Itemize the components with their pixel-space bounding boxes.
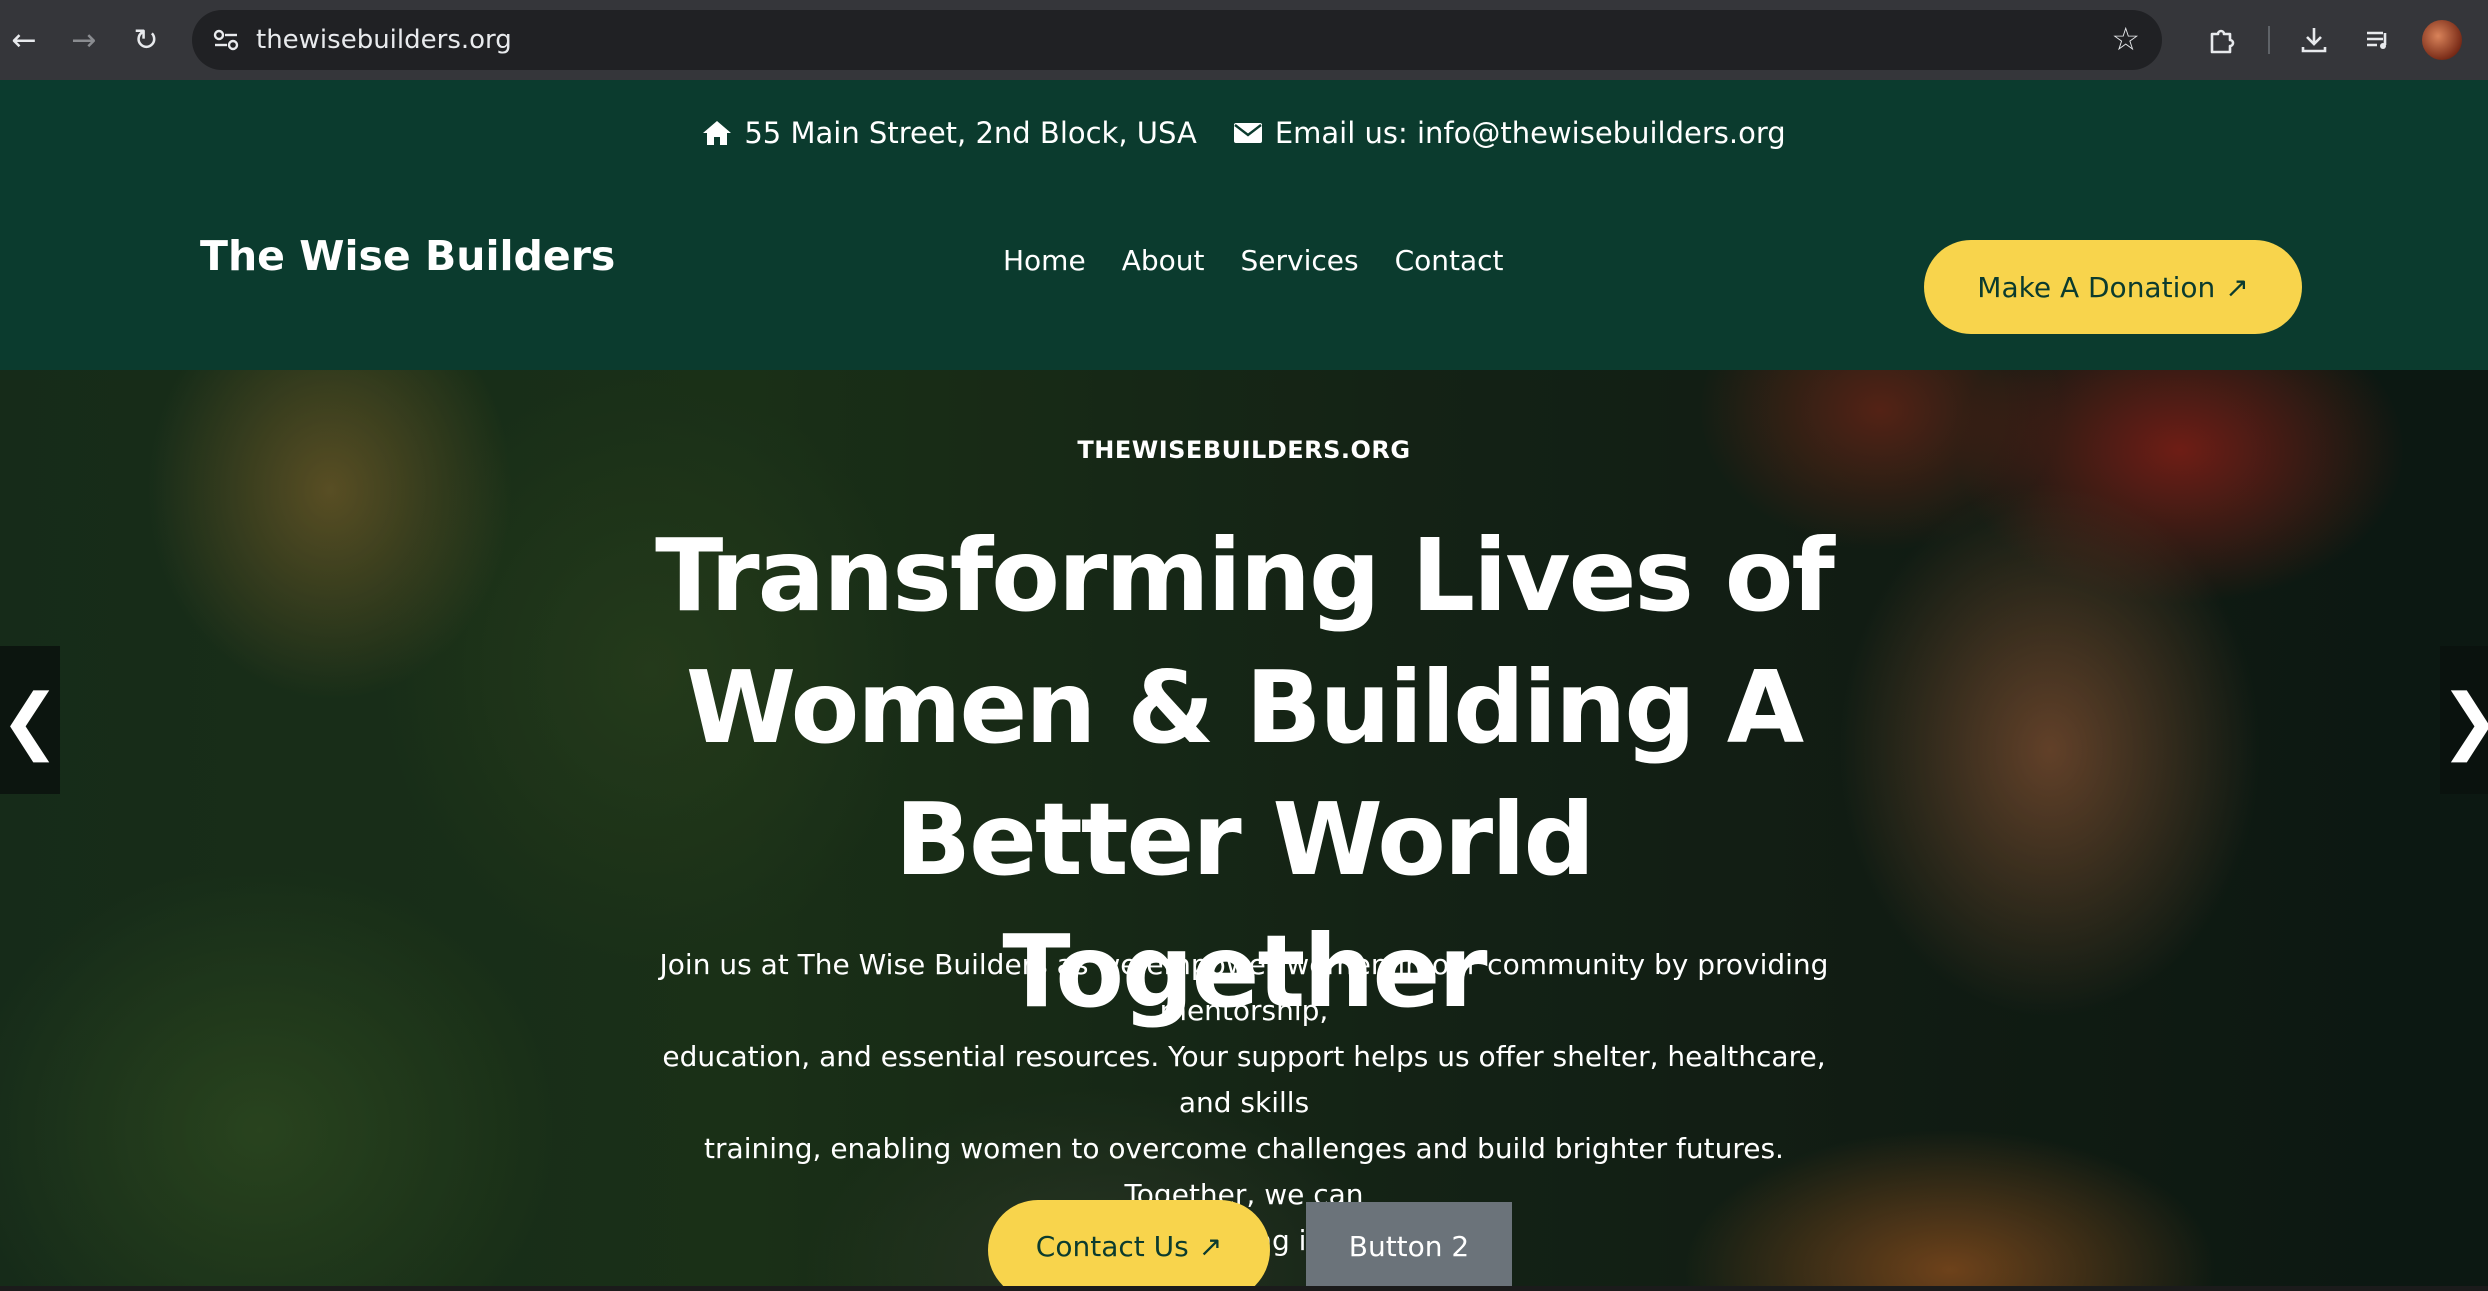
headline-line: Transforming Lives of [655,517,1835,634]
headline-line: Women & Building A [685,649,1804,766]
home-icon [703,121,732,145]
bookmark-star-icon[interactable]: ☆ [2111,20,2140,58]
address-info: 55 Main Street, 2nd Block, USA [702,116,1197,150]
donate-label: Make A Donation [1977,270,2216,304]
button-2[interactable]: Button 2 [1306,1202,1512,1286]
description-line: training, enabling women to overcome cha… [704,1132,1784,1211]
carousel-next-arrow-icon[interactable]: ❯ [2440,646,2488,794]
contact-us-button[interactable]: Contact Us ↗ [988,1200,1270,1286]
media-queue-icon[interactable] [2354,16,2402,64]
email-info[interactable]: Email us: info@thewisebuilders.org [1233,116,1786,150]
back-arrow-icon[interactable]: ← [0,16,48,64]
arrow-up-right-icon: ↗ [1198,1230,1223,1263]
email-text[interactable]: Email us: info@thewisebuilders.org [1275,116,1786,150]
carousel-prev-arrow-icon[interactable]: ❮ [0,646,60,794]
nav-home[interactable]: Home [1003,244,1086,277]
toolbar-divider [2268,26,2270,54]
contact-us-label: Contact Us [1035,1230,1189,1263]
contact-topbar: 55 Main Street, 2nd Block, USA Email us:… [0,116,2488,150]
main-navigation: Home About Services Contact [1003,244,1504,277]
address-text: 55 Main Street, 2nd Block, USA [744,116,1197,150]
site-header: 55 Main Street, 2nd Block, USA Email us:… [0,80,2488,370]
forward-arrow-icon[interactable]: → [60,16,108,64]
site-logo-text[interactable]: The Wise Builders [200,232,615,280]
hero-eyebrow: THEWISEBUILDERS.ORG [1077,436,1411,464]
page-bottom-edge [0,1286,2488,1291]
nav-about[interactable]: About [1122,244,1205,277]
description-line: Join us at The Wise Builders as we empow… [659,948,1829,1027]
envelope-icon [1233,123,1262,143]
download-icon[interactable] [2290,16,2338,64]
extensions-icon[interactable] [2198,16,2246,64]
address-bar[interactable]: thewisebuilders.org ☆ [192,10,2162,70]
site-info-icon[interactable] [206,20,246,60]
profile-avatar[interactable] [2422,20,2462,60]
reload-icon[interactable]: ↻ [122,16,170,64]
make-donation-button[interactable]: Make A Donation ↗ [1924,240,2302,334]
arrow-up-right-icon: ↗ [2225,270,2249,304]
url-text[interactable]: thewisebuilders.org [256,25,512,55]
nav-contact[interactable]: Contact [1395,244,1504,277]
nav-services[interactable]: Services [1240,244,1358,277]
description-line: education, and essential resources. Your… [662,1040,1826,1119]
browser-toolbar: ← → ↻ thewisebuilders.org ☆ [0,0,2488,80]
hero-section: THEWISEBUILDERS.ORG Transforming Lives o… [0,370,2488,1286]
